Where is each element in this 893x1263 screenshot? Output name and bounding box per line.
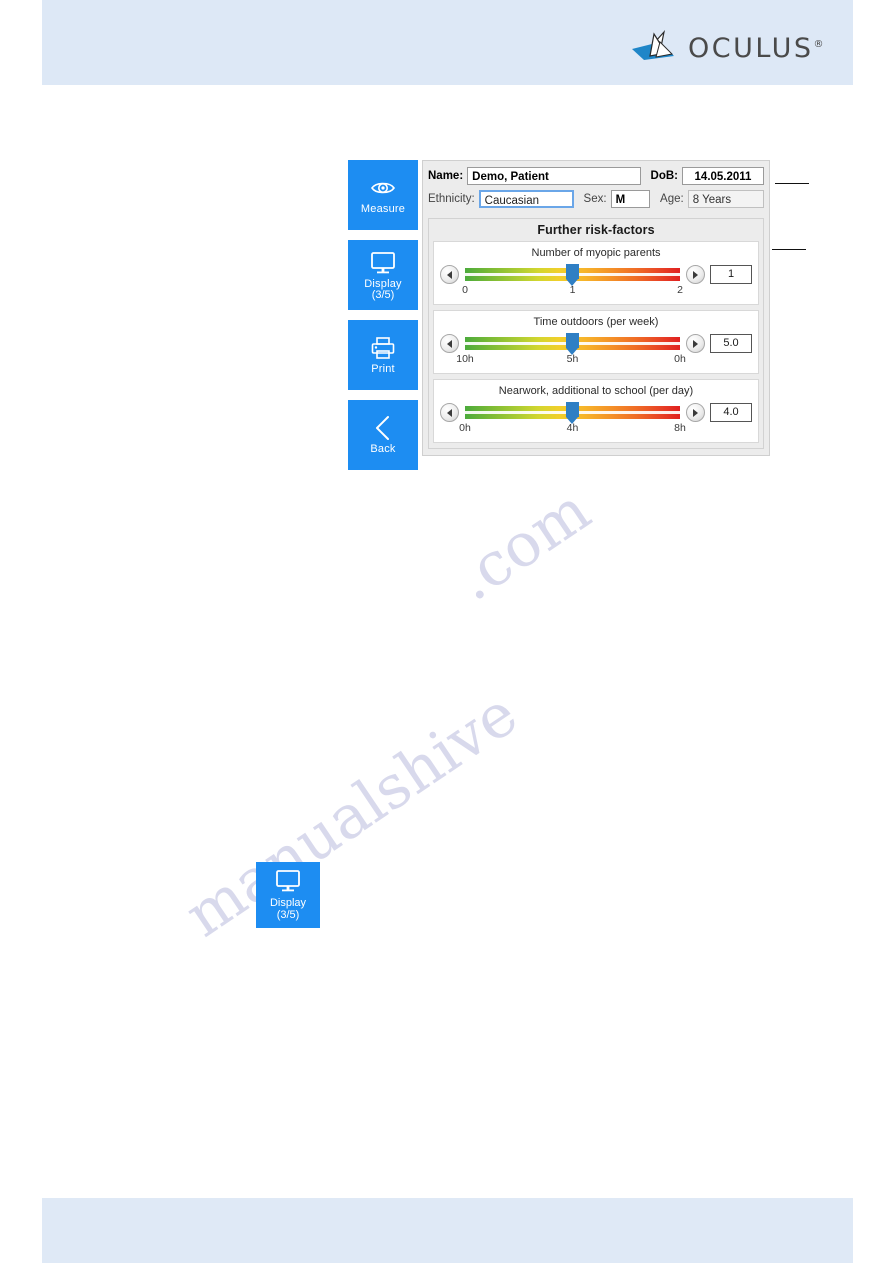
- watermark-line-1: manualshive: [173, 678, 530, 952]
- age-field: 8 Years: [687, 190, 764, 208]
- slider-row: 5.0: [440, 333, 752, 355]
- slider-track-area[interactable]: [465, 333, 680, 355]
- sidebar-item-label: Print: [371, 363, 395, 376]
- chevron-right-icon: [693, 270, 698, 279]
- chevron-left-icon: [447, 339, 452, 348]
- chevron-right-icon: [693, 408, 698, 417]
- patient-row-primary: Name: Demo, Patient DoB: 14.05.2011: [428, 166, 764, 186]
- risk-factor-panel: Name: Demo, Patient DoB: 14.05.2011 Ethn…: [422, 160, 770, 456]
- eye-icon: [370, 174, 396, 202]
- patient-identity-block: Name: Demo, Patient DoB: 14.05.2011 Ethn…: [428, 165, 764, 215]
- slider-caption: Nearwork, additional to school (per day): [498, 385, 694, 397]
- device-screenshot: Measure Display (3/5) Print Back Name: D…: [348, 160, 770, 475]
- slider-card-myopic-parents: Number of myopic parents 1 0 1 2: [433, 241, 759, 305]
- slider-row: 1: [440, 264, 752, 286]
- slider-thumb[interactable]: [566, 264, 579, 286]
- slider-tick-row: 10h 5h 0h: [440, 353, 752, 367]
- chevron-left-icon: [447, 408, 452, 417]
- slider-value-box[interactable]: 5.0: [710, 334, 752, 353]
- increment-button[interactable]: [686, 403, 705, 422]
- footer-band: [42, 1198, 853, 1263]
- increment-button[interactable]: [686, 265, 705, 284]
- sidebar-item-back[interactable]: Back: [348, 400, 418, 470]
- ethnicity-label: Ethnicity:: [428, 193, 475, 205]
- inline-display-sublabel: (3/5): [276, 908, 300, 921]
- tick-label: 8h: [674, 422, 686, 434]
- name-field[interactable]: Demo, Patient: [467, 167, 641, 185]
- age-label: Age:: [660, 193, 684, 205]
- sidebar-item-label: Measure: [360, 203, 406, 216]
- slider-row: 4.0: [440, 402, 752, 424]
- chevron-right-icon: [693, 339, 698, 348]
- registered-mark: ®: [813, 38, 824, 50]
- inline-display-button[interactable]: Display (3/5): [256, 862, 320, 928]
- decrement-button[interactable]: [440, 265, 459, 284]
- sidebar-item-display[interactable]: Display (3/5): [348, 240, 418, 310]
- callout-leader-line-top: [775, 183, 809, 184]
- monitor-icon: [274, 869, 302, 898]
- sidebar-item-measure[interactable]: Measure: [348, 160, 418, 230]
- chevron-left-icon: [372, 414, 394, 442]
- watermark-line-2: .com: [442, 475, 603, 615]
- tick-label: 0h: [459, 422, 471, 434]
- dob-field[interactable]: 14.05.2011: [682, 167, 764, 185]
- slider-caption: Time outdoors (per week): [533, 316, 659, 328]
- patient-row-secondary: Ethnicity: Caucasian Sex: M Age: 8 Years: [428, 189, 764, 209]
- slider-thumb[interactable]: [566, 402, 579, 424]
- increment-button[interactable]: [686, 334, 705, 353]
- sidebar-item-label: Back: [370, 443, 396, 456]
- slider-track-area[interactable]: [465, 402, 680, 424]
- slider-tick-row: 0h 4h 8h: [440, 422, 752, 436]
- slider-card-nearwork: Nearwork, additional to school (per day)…: [433, 379, 759, 443]
- oculus-logo: OCULUS®: [630, 28, 823, 66]
- slider-ticks: 0h 4h 8h: [459, 422, 686, 436]
- dob-label: DoB:: [650, 170, 678, 182]
- inline-display-label: Display: [269, 897, 307, 909]
- chevron-left-icon: [447, 270, 452, 279]
- printer-icon: [370, 334, 396, 362]
- monitor-icon: [369, 249, 397, 277]
- tick-label: 10h: [456, 353, 474, 365]
- slider-card-time-outdoors: Time outdoors (per week) 5.0 10h 5h 0h: [433, 310, 759, 374]
- sex-field[interactable]: M: [610, 190, 651, 208]
- sex-label: Sex:: [583, 193, 607, 205]
- slider-value-box[interactable]: 4.0: [710, 403, 752, 422]
- tick-label: 0h: [674, 353, 686, 365]
- slider-ticks: 10h 5h 0h: [456, 353, 686, 367]
- tick-label: 2: [677, 284, 683, 296]
- callout-leader-line-bottom: [772, 249, 806, 250]
- ethnicity-field[interactable]: Caucasian: [478, 190, 574, 208]
- sidebar-item-sublabel: (3/5): [371, 289, 395, 301]
- tick-label: 0: [462, 284, 468, 296]
- slider-thumb[interactable]: [566, 333, 579, 355]
- slider-value-box[interactable]: 1: [710, 265, 752, 284]
- name-label: Name:: [428, 170, 464, 182]
- brand-name: OCULUS®: [688, 32, 824, 64]
- decrement-button[interactable]: [440, 334, 459, 353]
- further-risk-factors-box: Further risk-factors Number of myopic pa…: [428, 218, 764, 449]
- sidebar-item-print[interactable]: Print: [348, 320, 418, 390]
- slider-tick-row: 0 1 2: [440, 284, 752, 298]
- sidebar: Measure Display (3/5) Print Back: [348, 160, 418, 480]
- slider-ticks: 0 1 2: [462, 284, 683, 298]
- decrement-button[interactable]: [440, 403, 459, 422]
- slider-track-area[interactable]: [465, 264, 680, 286]
- slider-caption: Number of myopic parents: [531, 247, 661, 259]
- risk-factors-title: Further risk-factors: [537, 223, 655, 237]
- oculus-arrow-logo-icon: [632, 30, 674, 60]
